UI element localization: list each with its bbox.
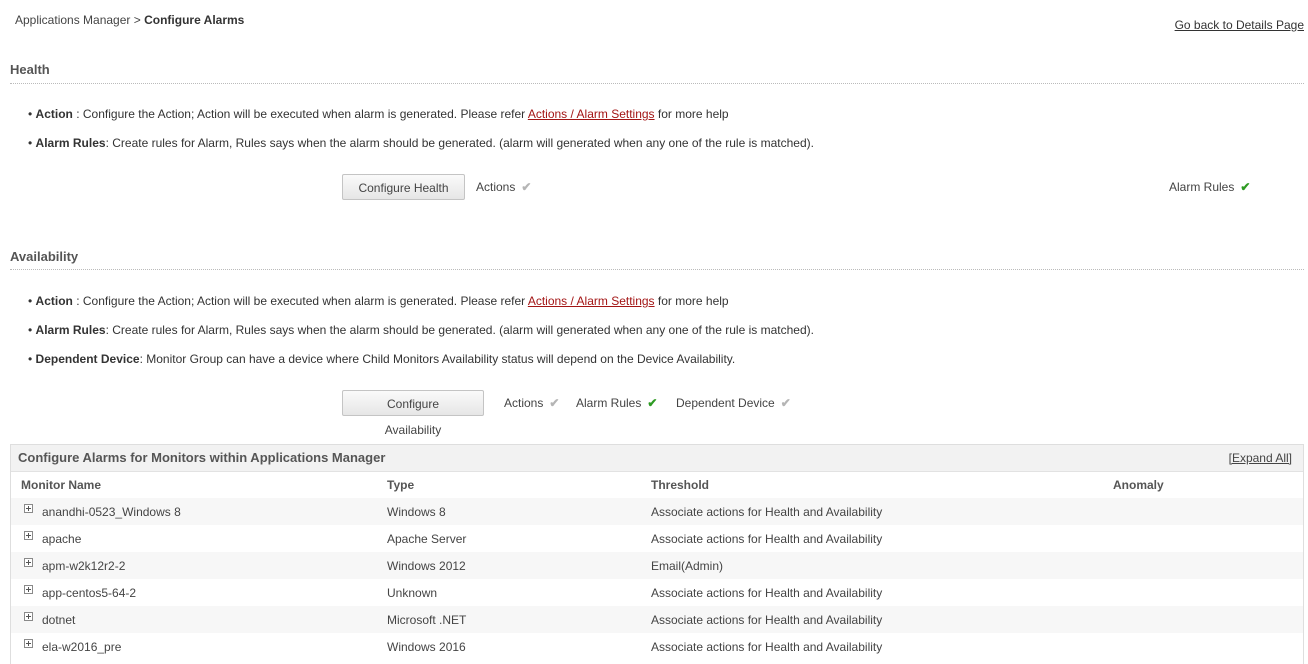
monitor-threshold: Associate actions for Health and Availab… (651, 505, 883, 519)
availability-actions-status-label: Actions (504, 396, 544, 410)
monitor-name[interactable]: apache (42, 532, 81, 546)
availability-rules-status-label: Alarm Rules (576, 396, 642, 410)
check-icon: ✔ (780, 396, 791, 410)
availability-actions-status: Actions ✔ (504, 396, 559, 410)
availability-device-text: : Monitor Group can have a device where … (139, 352, 736, 366)
availability-rules-label: Alarm Rules (35, 323, 106, 337)
expand-all-link[interactable]: [Expand All] (1229, 451, 1292, 465)
health-actions-status-label: Actions (476, 180, 516, 194)
health-action-text-post: for more help (654, 107, 729, 121)
monitors-alarm-panel: Configure Alarms for Monitors within App… (10, 444, 1304, 664)
monitor-threshold: Associate actions for Health and Availab… (651, 586, 883, 600)
availability-device-status-label: Dependent Device (676, 396, 775, 410)
table-row[interactable]: ela-w2016_pre Windows 2016 Associate act… (11, 633, 1303, 660)
configure-health-button[interactable]: Configure Health (342, 174, 465, 200)
availability-action-text: : Configure the Action; Action will be e… (72, 294, 528, 308)
expand-plus-icon[interactable] (24, 639, 33, 648)
availability-device-status: Dependent Device ✔ (676, 396, 791, 410)
breadcrumb-separator: > (133, 13, 141, 27)
health-action-label: Action (35, 107, 73, 121)
check-icon: ✔ (549, 396, 560, 410)
monitor-threshold: Email(Admin) (651, 559, 724, 573)
breadcrumb: Applications Manager > Configure Alarms (15, 13, 244, 27)
check-icon: ✔ (647, 396, 658, 410)
health-rules-bullet: • Alarm Rules: Create rules for Alarm, R… (28, 136, 814, 150)
availability-divider (10, 269, 1304, 270)
monitor-type: Apache Server (387, 532, 467, 546)
check-icon: ✔ (521, 180, 532, 194)
health-rules-status-label: Alarm Rules (1169, 180, 1235, 194)
health-rules-label: Alarm Rules (35, 136, 106, 150)
monitor-name[interactable]: dotnet (42, 613, 75, 627)
health-rules-status: Alarm Rules ✔ (1169, 180, 1250, 194)
availability-actions-settings-link[interactable]: Actions / Alarm Settings (528, 294, 655, 308)
health-rules-text: : Create rules for Alarm, Rules says whe… (105, 136, 814, 150)
configure-availability-button[interactable]: Configure Availability (342, 390, 484, 437)
health-divider (10, 83, 1304, 84)
table-row[interactable]: dotnet Microsoft .NET Associate actions … (11, 606, 1303, 633)
column-header-monitor-name: Monitor Name (21, 478, 102, 492)
availability-rules-bullet: • Alarm Rules: Create rules for Alarm, R… (28, 323, 814, 337)
table-row[interactable]: app-centos5-64-2 Unknown Associate actio… (11, 579, 1303, 606)
table-row[interactable]: anandhi-0523_Windows 8 Windows 8 Associa… (11, 498, 1303, 525)
health-actions-settings-link[interactable]: Actions / Alarm Settings (528, 107, 655, 121)
health-section-title: Health (10, 62, 50, 77)
monitors-panel-header: Configure Alarms for Monitors within App… (11, 445, 1303, 472)
column-header-threshold: Threshold (651, 478, 710, 492)
column-header-type: Type (387, 478, 415, 492)
monitor-name[interactable]: anandhi-0523_Windows 8 (42, 505, 181, 519)
table-row[interactable]: apm-w2k12r2-2 Windows 2012 Email(Admin) (11, 552, 1303, 579)
monitor-name[interactable]: apm-w2k12r2-2 (42, 559, 125, 573)
monitor-threshold: Associate actions for Health and Availab… (651, 613, 883, 627)
expand-plus-icon[interactable] (24, 585, 33, 594)
availability-rules-text: : Create rules for Alarm, Rules says whe… (105, 323, 814, 337)
monitor-threshold: Associate actions for Health and Availab… (651, 532, 883, 546)
expand-plus-icon[interactable] (24, 612, 33, 621)
availability-action-label: Action (35, 294, 73, 308)
breadcrumb-current: Configure Alarms (144, 13, 245, 27)
monitor-type: Microsoft .NET (387, 613, 467, 627)
expand-plus-icon[interactable] (24, 558, 33, 567)
monitor-name[interactable]: app-centos5-64-2 (42, 586, 136, 600)
health-action-bullet: • Action : Configure the Action; Action … (28, 107, 729, 121)
breadcrumb-parent[interactable]: Applications Manager (15, 13, 130, 27)
availability-section-title: Availability (10, 249, 79, 264)
check-icon: ✔ (1240, 180, 1251, 194)
back-to-details-link[interactable]: Go back to Details Page (1175, 18, 1304, 32)
health-actions-status: Actions ✔ (476, 180, 531, 194)
monitor-name[interactable]: ela-w2016_pre (42, 640, 121, 654)
monitor-type: Windows 2012 (387, 559, 466, 573)
availability-device-label: Dependent Device (35, 352, 140, 366)
column-header-anomaly: Anomaly (1113, 478, 1164, 492)
monitor-threshold: Associate actions for Health and Availab… (651, 640, 883, 654)
availability-action-text-post: for more help (654, 294, 729, 308)
availability-device-bullet: • Dependent Device: Monitor Group can ha… (28, 352, 736, 366)
monitor-type: Windows 2016 (387, 640, 466, 654)
monitor-type: Unknown (387, 586, 438, 600)
monitor-type: Windows 8 (387, 505, 446, 519)
availability-rules-status: Alarm Rules ✔ (576, 396, 657, 410)
expand-plus-icon[interactable] (24, 504, 33, 513)
expand-plus-icon[interactable] (24, 531, 33, 540)
health-action-text: : Configure the Action; Action will be e… (72, 107, 528, 121)
availability-action-bullet: • Action : Configure the Action; Action … (28, 294, 729, 308)
monitors-panel-title: Configure Alarms for Monitors within App… (18, 450, 386, 465)
table-row[interactable]: apache Apache Server Associate actions f… (11, 525, 1303, 552)
